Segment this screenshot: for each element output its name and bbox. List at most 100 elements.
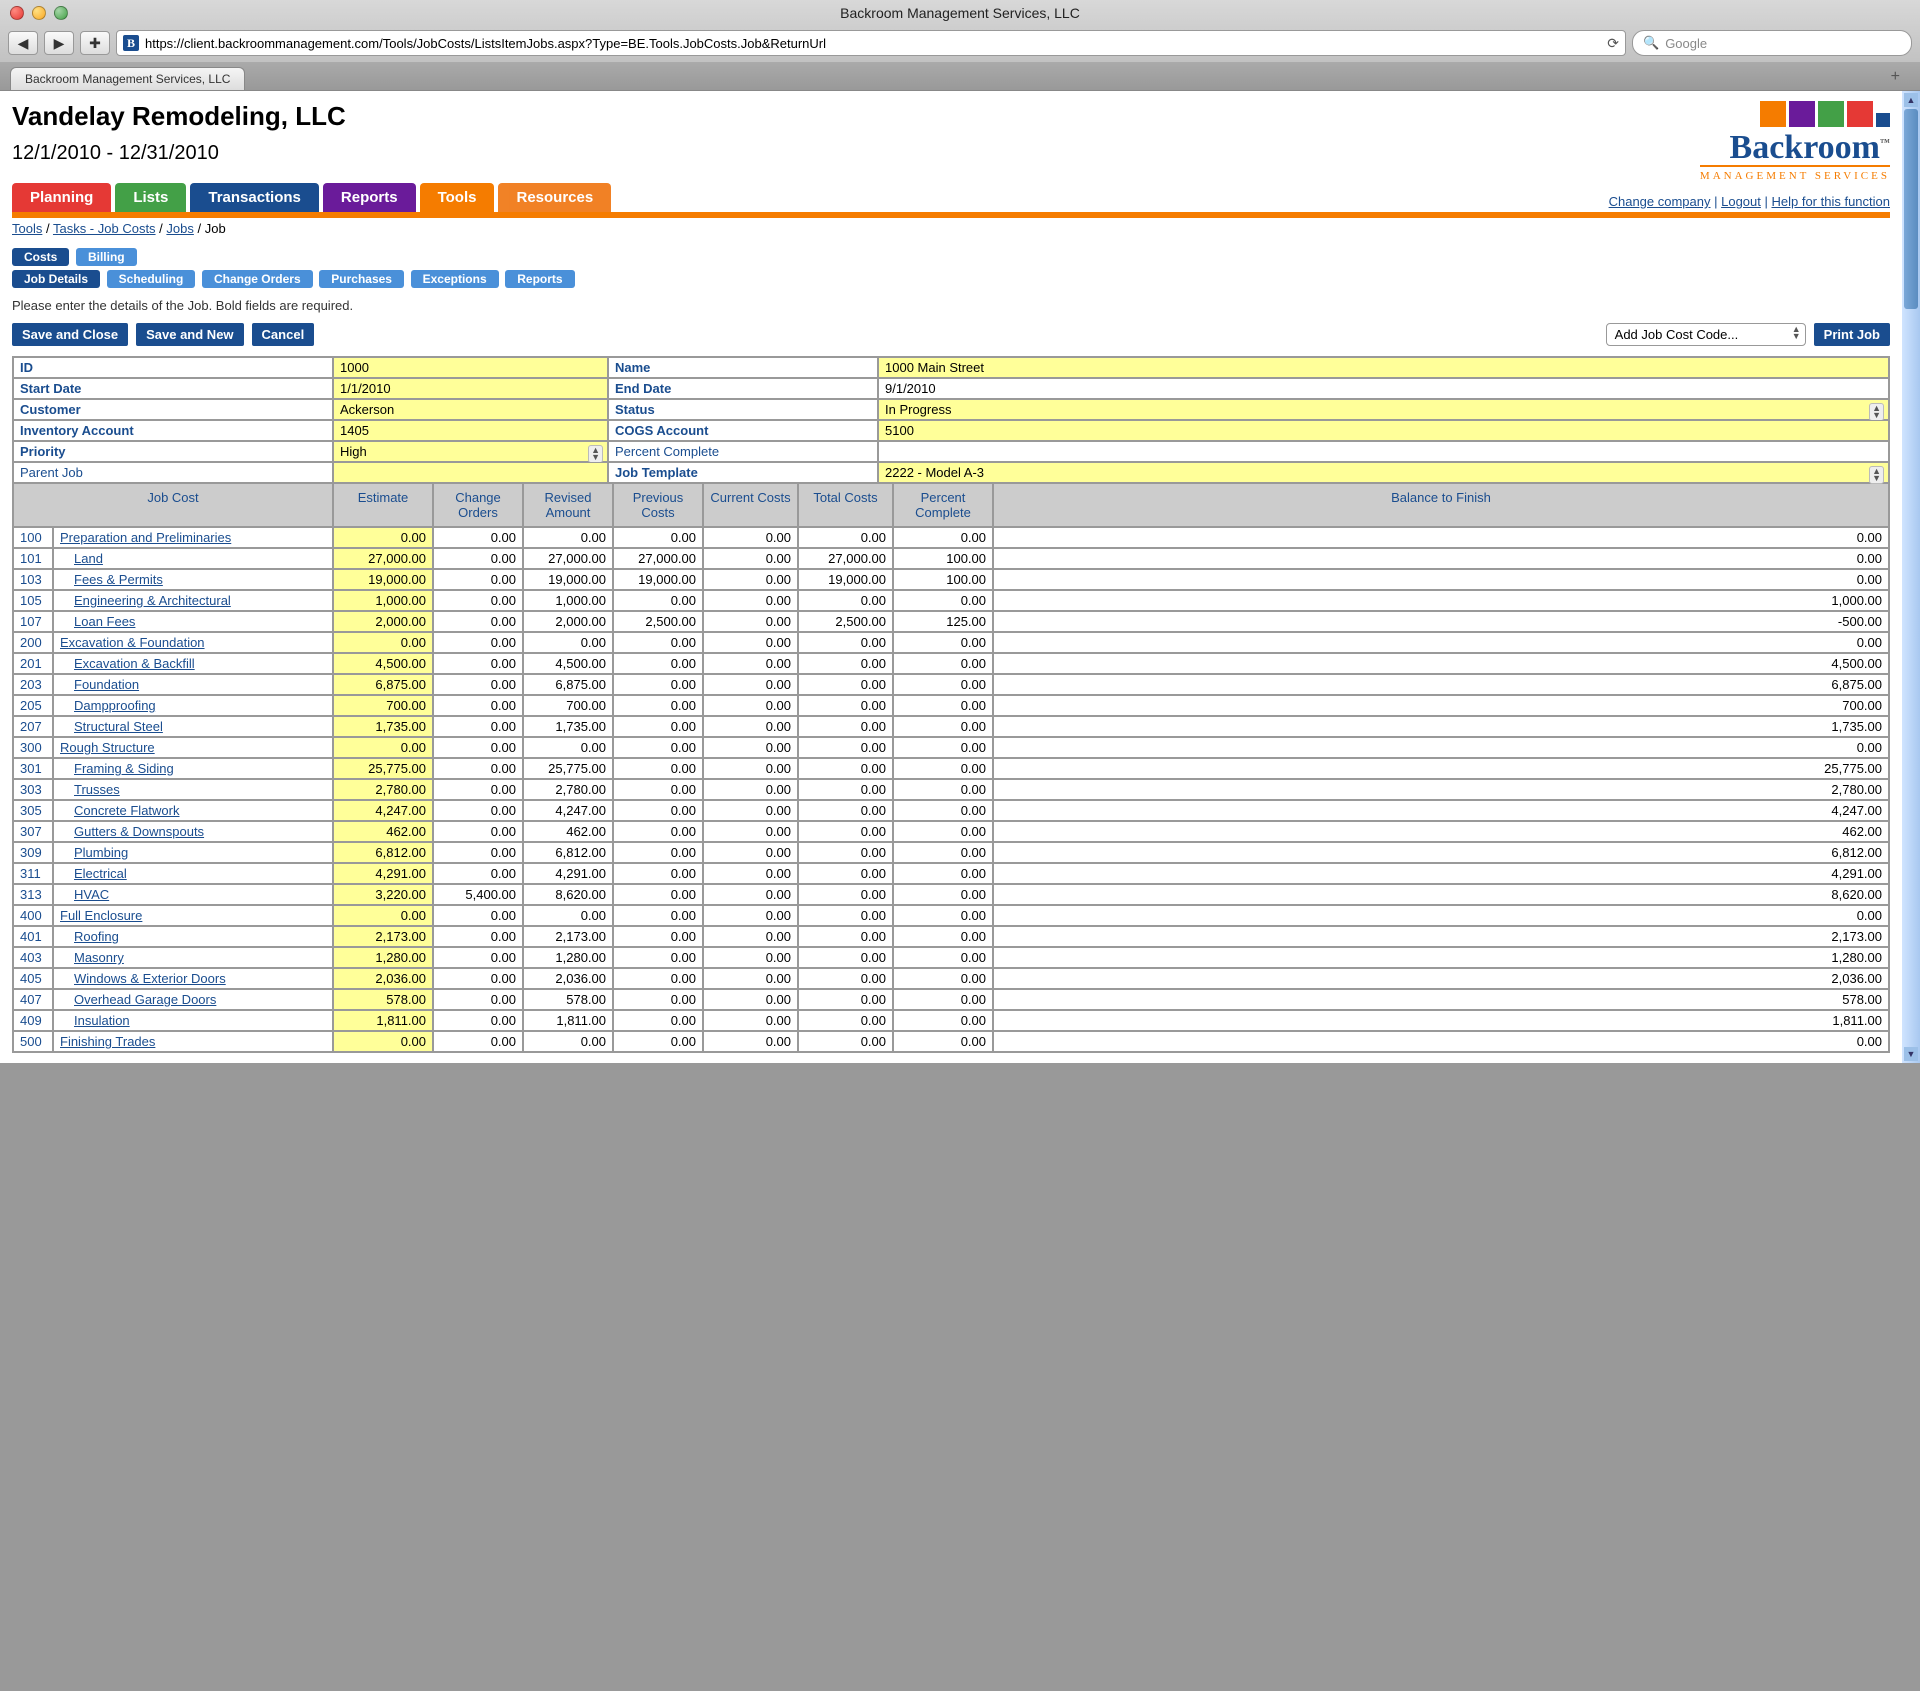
nav-lists[interactable]: Lists — [115, 183, 186, 212]
cell-estimate[interactable]: 2,173.00 — [333, 926, 433, 947]
crumb-tools[interactable]: Tools — [12, 221, 42, 236]
change-company-link[interactable]: Change company — [1609, 194, 1711, 209]
status-field[interactable]: In Progress ▲▼ — [878, 399, 1889, 420]
cell-desc[interactable]: Fees & Permits — [53, 569, 333, 590]
cell-code[interactable]: 200 — [13, 632, 53, 653]
cell-desc[interactable]: HVAC — [53, 884, 333, 905]
refresh-icon[interactable]: ⟳ — [1607, 35, 1619, 52]
cell-code[interactable]: 105 — [13, 590, 53, 611]
cell-code[interactable]: 301 — [13, 758, 53, 779]
parent-field[interactable] — [333, 462, 608, 483]
cell-estimate[interactable]: 6,875.00 — [333, 674, 433, 695]
cell-estimate[interactable]: 4,500.00 — [333, 653, 433, 674]
address-bar[interactable]: B https://client.backroommanagement.com/… — [116, 30, 1626, 56]
forward-button[interactable]: ▶ — [44, 31, 74, 55]
cell-desc[interactable]: Excavation & Foundation — [53, 632, 333, 653]
cell-estimate[interactable]: 25,775.00 — [333, 758, 433, 779]
cell-estimate[interactable]: 2,000.00 — [333, 611, 433, 632]
tab-jobdetails[interactable]: Job Details — [12, 270, 100, 288]
id-field[interactable]: 1000 — [333, 357, 608, 378]
cell-code[interactable]: 207 — [13, 716, 53, 737]
cell-estimate[interactable]: 700.00 — [333, 695, 433, 716]
cell-estimate[interactable]: 1,735.00 — [333, 716, 433, 737]
cell-code[interactable]: 400 — [13, 905, 53, 926]
save-new-button[interactable]: Save and New — [136, 323, 243, 346]
cell-estimate[interactable]: 2,036.00 — [333, 968, 433, 989]
priority-field[interactable]: High ▲▼ — [333, 441, 608, 462]
scroll-down-icon[interactable]: ▼ — [1904, 1047, 1918, 1061]
cell-code[interactable]: 407 — [13, 989, 53, 1010]
cell-code[interactable]: 500 — [13, 1031, 53, 1052]
cell-estimate[interactable]: 19,000.00 — [333, 569, 433, 590]
cell-code[interactable]: 201 — [13, 653, 53, 674]
nav-transactions[interactable]: Transactions — [190, 183, 319, 212]
customer-field[interactable]: Ackerson — [333, 399, 608, 420]
cell-code[interactable]: 300 — [13, 737, 53, 758]
cell-estimate[interactable]: 0.00 — [333, 737, 433, 758]
nav-planning[interactable]: Planning — [12, 183, 111, 212]
cell-estimate[interactable]: 27,000.00 — [333, 548, 433, 569]
cell-desc[interactable]: Plumbing — [53, 842, 333, 863]
nav-resources[interactable]: Resources — [498, 183, 611, 212]
cell-code[interactable]: 101 — [13, 548, 53, 569]
tab-reports2[interactable]: Reports — [505, 270, 574, 288]
scroll-thumb[interactable] — [1904, 109, 1918, 309]
tab-costs[interactable]: Costs — [12, 248, 69, 266]
cell-code[interactable]: 403 — [13, 947, 53, 968]
nav-reports[interactable]: Reports — [323, 183, 416, 212]
cell-code[interactable]: 205 — [13, 695, 53, 716]
cell-desc[interactable]: Windows & Exterior Doors — [53, 968, 333, 989]
tab-purchases[interactable]: Purchases — [319, 270, 404, 288]
cell-desc[interactable]: Dampproofing — [53, 695, 333, 716]
cell-code[interactable]: 409 — [13, 1010, 53, 1031]
cell-desc[interactable]: Foundation — [53, 674, 333, 695]
cell-desc[interactable]: Concrete Flatwork — [53, 800, 333, 821]
cell-desc[interactable]: Finishing Trades — [53, 1031, 333, 1052]
tab-exceptions[interactable]: Exceptions — [411, 270, 499, 288]
end-field[interactable]: 9/1/2010 — [878, 378, 1889, 399]
cell-code[interactable]: 305 — [13, 800, 53, 821]
name-field[interactable]: 1000 Main Street — [878, 357, 1889, 378]
help-link[interactable]: Help for this function — [1771, 194, 1890, 209]
cell-desc[interactable]: Overhead Garage Doors — [53, 989, 333, 1010]
inv-field[interactable]: 1405 — [333, 420, 608, 441]
nav-tools[interactable]: Tools — [420, 183, 495, 212]
cancel-button[interactable]: Cancel — [252, 323, 315, 346]
cell-estimate[interactable]: 6,812.00 — [333, 842, 433, 863]
cell-desc[interactable]: Structural Steel — [53, 716, 333, 737]
cell-estimate[interactable]: 0.00 — [333, 1031, 433, 1052]
cell-estimate[interactable]: 1,811.00 — [333, 1010, 433, 1031]
cell-code[interactable]: 303 — [13, 779, 53, 800]
cell-estimate[interactable]: 462.00 — [333, 821, 433, 842]
print-job-button[interactable]: Print Job — [1814, 323, 1890, 346]
cell-desc[interactable]: Engineering & Architectural — [53, 590, 333, 611]
cell-estimate[interactable]: 0.00 — [333, 632, 433, 653]
cell-estimate[interactable]: 0.00 — [333, 905, 433, 926]
logout-link[interactable]: Logout — [1721, 194, 1761, 209]
cell-desc[interactable]: Framing & Siding — [53, 758, 333, 779]
cell-desc[interactable]: Electrical — [53, 863, 333, 884]
cell-desc[interactable]: Insulation — [53, 1010, 333, 1031]
cell-estimate[interactable]: 0.00 — [333, 527, 433, 548]
cell-estimate[interactable]: 4,291.00 — [333, 863, 433, 884]
cell-estimate[interactable]: 2,780.00 — [333, 779, 433, 800]
cogs-field[interactable]: 5100 — [878, 420, 1889, 441]
pct-field[interactable] — [878, 441, 1889, 462]
cell-desc[interactable]: Masonry — [53, 947, 333, 968]
vertical-scrollbar[interactable]: ▲ ▼ — [1902, 91, 1920, 1063]
cell-estimate[interactable]: 4,247.00 — [333, 800, 433, 821]
search-field[interactable]: 🔍 Google — [1632, 30, 1912, 56]
cell-code[interactable]: 311 — [13, 863, 53, 884]
cell-estimate[interactable]: 578.00 — [333, 989, 433, 1010]
cell-code[interactable]: 203 — [13, 674, 53, 695]
back-button[interactable]: ◀ — [8, 31, 38, 55]
cell-code[interactable]: 405 — [13, 968, 53, 989]
cell-desc[interactable]: Gutters & Downspouts — [53, 821, 333, 842]
cell-estimate[interactable]: 1,000.00 — [333, 590, 433, 611]
browser-tab[interactable]: Backroom Management Services, LLC — [10, 67, 245, 90]
new-tab-button[interactable]: + — [1881, 64, 1910, 90]
cell-desc[interactable]: Preparation and Preliminaries — [53, 527, 333, 548]
cell-code[interactable]: 103 — [13, 569, 53, 590]
cell-code[interactable]: 401 — [13, 926, 53, 947]
cell-desc[interactable]: Land — [53, 548, 333, 569]
